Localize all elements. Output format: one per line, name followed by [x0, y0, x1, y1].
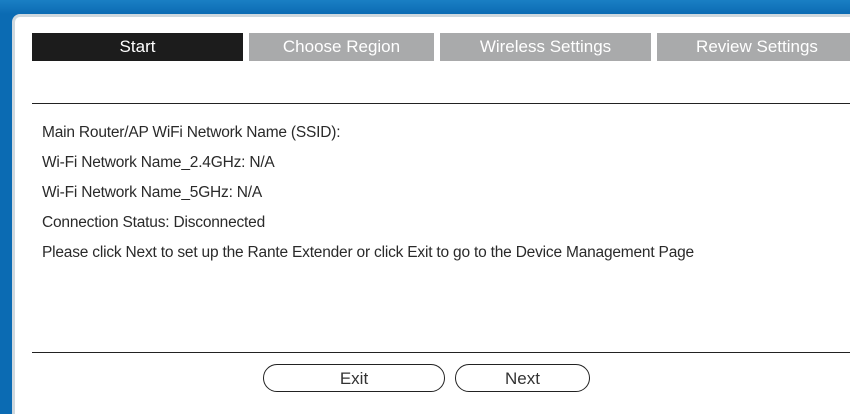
tab-wireless-settings[interactable]: Wireless Settings — [440, 33, 651, 61]
next-button[interactable]: Next — [455, 364, 590, 392]
instruction-text: Please click Next to set up the Rante Ex… — [42, 244, 694, 261]
tab-review-settings[interactable]: Review Settings — [657, 33, 850, 61]
top-divider — [32, 103, 850, 104]
network-name-5ghz-line: Wi-Fi Network Name_5GHz: N/A — [42, 184, 263, 201]
connection-status-line: Connection Status: Disconnected — [42, 214, 265, 231]
exit-button[interactable]: Exit — [263, 364, 445, 392]
status-info: Main Router/AP WiFi Network Name (SSID):… — [42, 118, 694, 268]
network-name-24ghz-line: Wi-Fi Network Name_2.4GHz: N/A — [42, 154, 275, 171]
ssid-line: Main Router/AP WiFi Network Name (SSID): — [42, 124, 341, 141]
wizard-steps: Start Choose Region Wireless Settings Re… — [32, 33, 850, 61]
tab-choose-region[interactable]: Choose Region — [249, 33, 434, 61]
tab-start[interactable]: Start — [32, 33, 243, 61]
bottom-divider — [32, 352, 850, 353]
